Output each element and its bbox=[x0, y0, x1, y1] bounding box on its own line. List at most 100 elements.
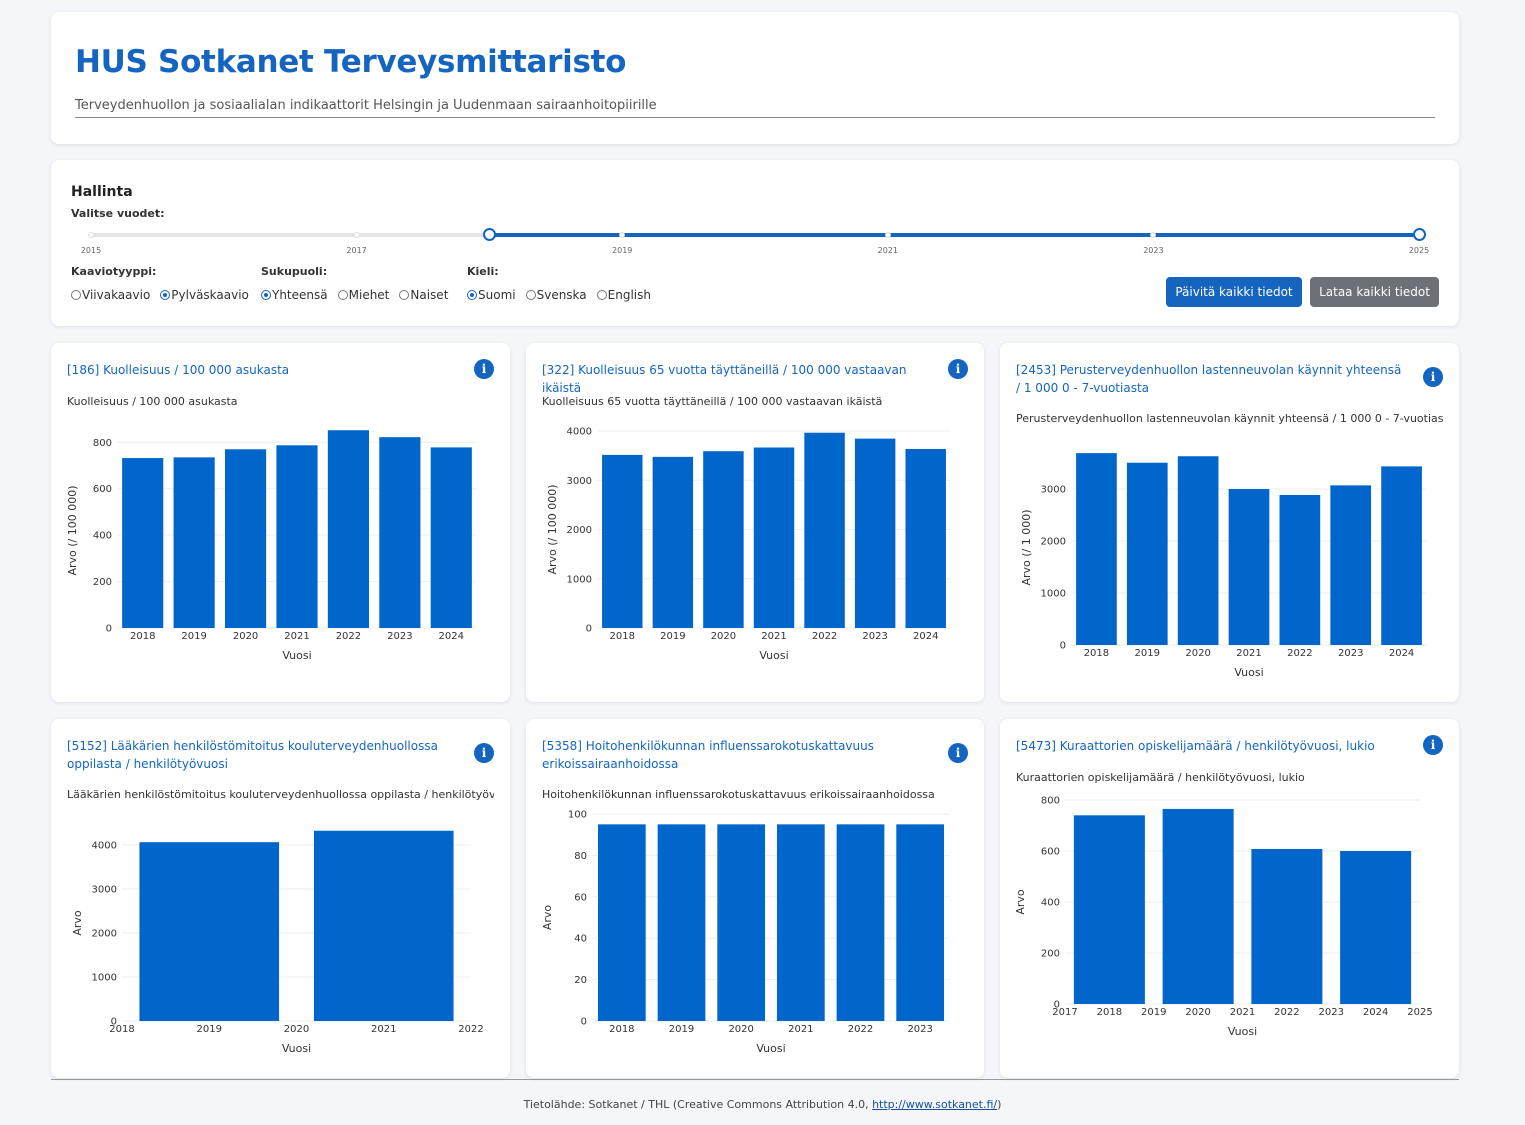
y-tick-label: 400 bbox=[93, 531, 112, 542]
slider-mark bbox=[884, 232, 891, 238]
bar[interactable] bbox=[602, 454, 643, 628]
bar[interactable] bbox=[225, 449, 267, 628]
x-tick-label: 2021 bbox=[1230, 1007, 1255, 1018]
x-tick-label: 2020 bbox=[728, 1024, 753, 1035]
bar[interactable] bbox=[597, 824, 646, 1021]
radio-circle[interactable] bbox=[337, 290, 348, 300]
y-tick-label: 200 bbox=[1041, 949, 1060, 960]
radio-chart-type-0[interactable]: Viivakaavio bbox=[71, 288, 150, 302]
radio-language-0[interactable]: Suomi bbox=[467, 288, 516, 302]
bar[interactable] bbox=[1076, 453, 1117, 645]
bar[interactable] bbox=[776, 824, 825, 1021]
radio-gender-0[interactable]: Yhteensä bbox=[261, 288, 328, 302]
bar[interactable] bbox=[327, 430, 369, 628]
bar[interactable] bbox=[804, 432, 845, 628]
radio-language-1[interactable]: Svenska bbox=[525, 288, 587, 302]
slider-tick-label: 2019 bbox=[612, 246, 633, 255]
y-tick-label: 80 bbox=[574, 851, 587, 862]
bar[interactable] bbox=[313, 830, 454, 1021]
chart-plot: 0 20 40 60 80 100 2018 2019 2020 2021 2022 2023 Vuos… bbox=[541, 810, 950, 1055]
bar[interactable] bbox=[173, 457, 215, 628]
radio-gender-2[interactable]: Naiset bbox=[399, 288, 448, 302]
x-tick-label: 2019 bbox=[669, 1024, 694, 1035]
bar[interactable] bbox=[652, 456, 694, 628]
years-label: Valitse vuodet: bbox=[71, 207, 165, 220]
x-tick-label: 2023 bbox=[1338, 648, 1363, 659]
x-axis-title: Vuosi bbox=[756, 1042, 785, 1055]
bar[interactable] bbox=[1126, 462, 1168, 645]
y-axis-title: Arvo bbox=[71, 910, 84, 936]
bar[interactable] bbox=[1330, 485, 1372, 645]
bar[interactable] bbox=[1279, 494, 1321, 645]
radio-circle[interactable] bbox=[160, 290, 171, 300]
radio-circle[interactable] bbox=[525, 290, 536, 300]
x-tick-label: 2022 bbox=[1274, 1007, 1299, 1018]
x-tick-label: 2021 bbox=[761, 631, 786, 642]
y-tick-label: 0 bbox=[581, 1017, 587, 1028]
radio-circle[interactable] bbox=[71, 290, 81, 300]
footer: Tietolähde: Sotkanet / THL (Creative Com… bbox=[0, 1098, 1525, 1111]
bar[interactable] bbox=[276, 445, 318, 628]
x-tick-label: 2022 bbox=[1287, 648, 1312, 659]
sotkanet-link[interactable]: http://www.sotkanet.fi/ bbox=[872, 1098, 997, 1111]
chart-plot: 0 200 400 600 800 2018 2019 2020 2021 2022 2023 202… bbox=[66, 430, 477, 662]
bar[interactable] bbox=[753, 447, 795, 628]
x-tick-label: 2023 bbox=[862, 631, 887, 642]
gender-label: Sukupuoli: bbox=[261, 265, 328, 278]
radio-circle[interactable] bbox=[467, 290, 477, 300]
bar[interactable] bbox=[122, 458, 164, 628]
radio-circle[interactable] bbox=[399, 290, 410, 300]
x-tick-label: 2019 bbox=[181, 631, 206, 642]
header-card: HUS Sotkanet Terveysmittaristo Terveyden… bbox=[51, 12, 1459, 144]
chart-type-radio-group: Viivakaavio Pylväskaavio bbox=[71, 288, 259, 302]
y-tick-label: 800 bbox=[93, 438, 112, 449]
year-range-slider[interactable] bbox=[88, 228, 1426, 241]
x-tick-label: 2020 bbox=[1185, 1007, 1210, 1018]
bar[interactable] bbox=[905, 448, 946, 628]
radio-label: Yhteensä bbox=[272, 288, 328, 302]
bar[interactable] bbox=[1177, 456, 1219, 645]
radio-gender-1[interactable]: Miehet bbox=[337, 288, 389, 302]
bar[interactable] bbox=[379, 437, 421, 628]
x-tick-label: 2020 bbox=[284, 1024, 309, 1035]
bar[interactable] bbox=[717, 824, 766, 1021]
bar[interactable] bbox=[657, 824, 706, 1021]
slider-mark bbox=[353, 232, 360, 238]
x-tick-label: 2025 bbox=[1407, 1007, 1432, 1018]
bar[interactable] bbox=[1228, 489, 1270, 645]
x-axis-title: Vuosi bbox=[1234, 666, 1263, 679]
x-tick-label: 2024 bbox=[1389, 648, 1414, 659]
x-tick-label: 2020 bbox=[1185, 648, 1210, 659]
y-tick-label: 3000 bbox=[567, 476, 592, 487]
bar[interactable] bbox=[1381, 466, 1422, 645]
radio-label: Viivakaavio bbox=[82, 288, 151, 302]
chart-plot: 0 1000 2000 3000 4000 2018 2019 2020 2021 2022 202… bbox=[546, 427, 951, 662]
radio-language-2[interactable]: English bbox=[596, 288, 651, 302]
x-tick-label: 2018 bbox=[610, 631, 635, 642]
bar[interactable] bbox=[139, 842, 280, 1021]
download-all-button[interactable]: Lataa kaikki tiedot bbox=[1310, 277, 1439, 307]
radio-circle[interactable] bbox=[596, 290, 607, 300]
refresh-all-button[interactable]: Päivitä kaikki tiedot bbox=[1166, 277, 1302, 307]
bar[interactable] bbox=[854, 438, 896, 628]
language-radio-group: Suomi Svenska English bbox=[467, 288, 661, 302]
slider-handle-end[interactable] bbox=[1412, 228, 1426, 241]
bar[interactable] bbox=[430, 447, 472, 628]
y-axis-title: Arvo bbox=[541, 905, 554, 931]
slider-handle-start[interactable] bbox=[482, 228, 496, 241]
bar[interactable] bbox=[1251, 848, 1323, 1004]
bar[interactable] bbox=[1340, 851, 1412, 1004]
x-tick-label: 2019 bbox=[197, 1024, 222, 1035]
bar[interactable] bbox=[1162, 808, 1234, 1004]
bar[interactable] bbox=[1073, 815, 1145, 1004]
x-tick-label: 2017 bbox=[1052, 1007, 1077, 1018]
chart-plot: 02004006008002017 2018 2019 2020 2021 2022 202… bbox=[1014, 796, 1433, 1039]
radio-circle[interactable] bbox=[261, 290, 271, 300]
x-tick-label: 2018 bbox=[109, 1024, 134, 1035]
bar[interactable] bbox=[836, 824, 885, 1021]
radio-chart-type-1[interactable]: Pylväskaavio bbox=[160, 288, 249, 302]
y-tick-label: 0 bbox=[586, 624, 592, 635]
bar[interactable] bbox=[703, 451, 744, 628]
bar[interactable] bbox=[896, 824, 945, 1021]
radio-label: Svenska bbox=[536, 288, 587, 302]
